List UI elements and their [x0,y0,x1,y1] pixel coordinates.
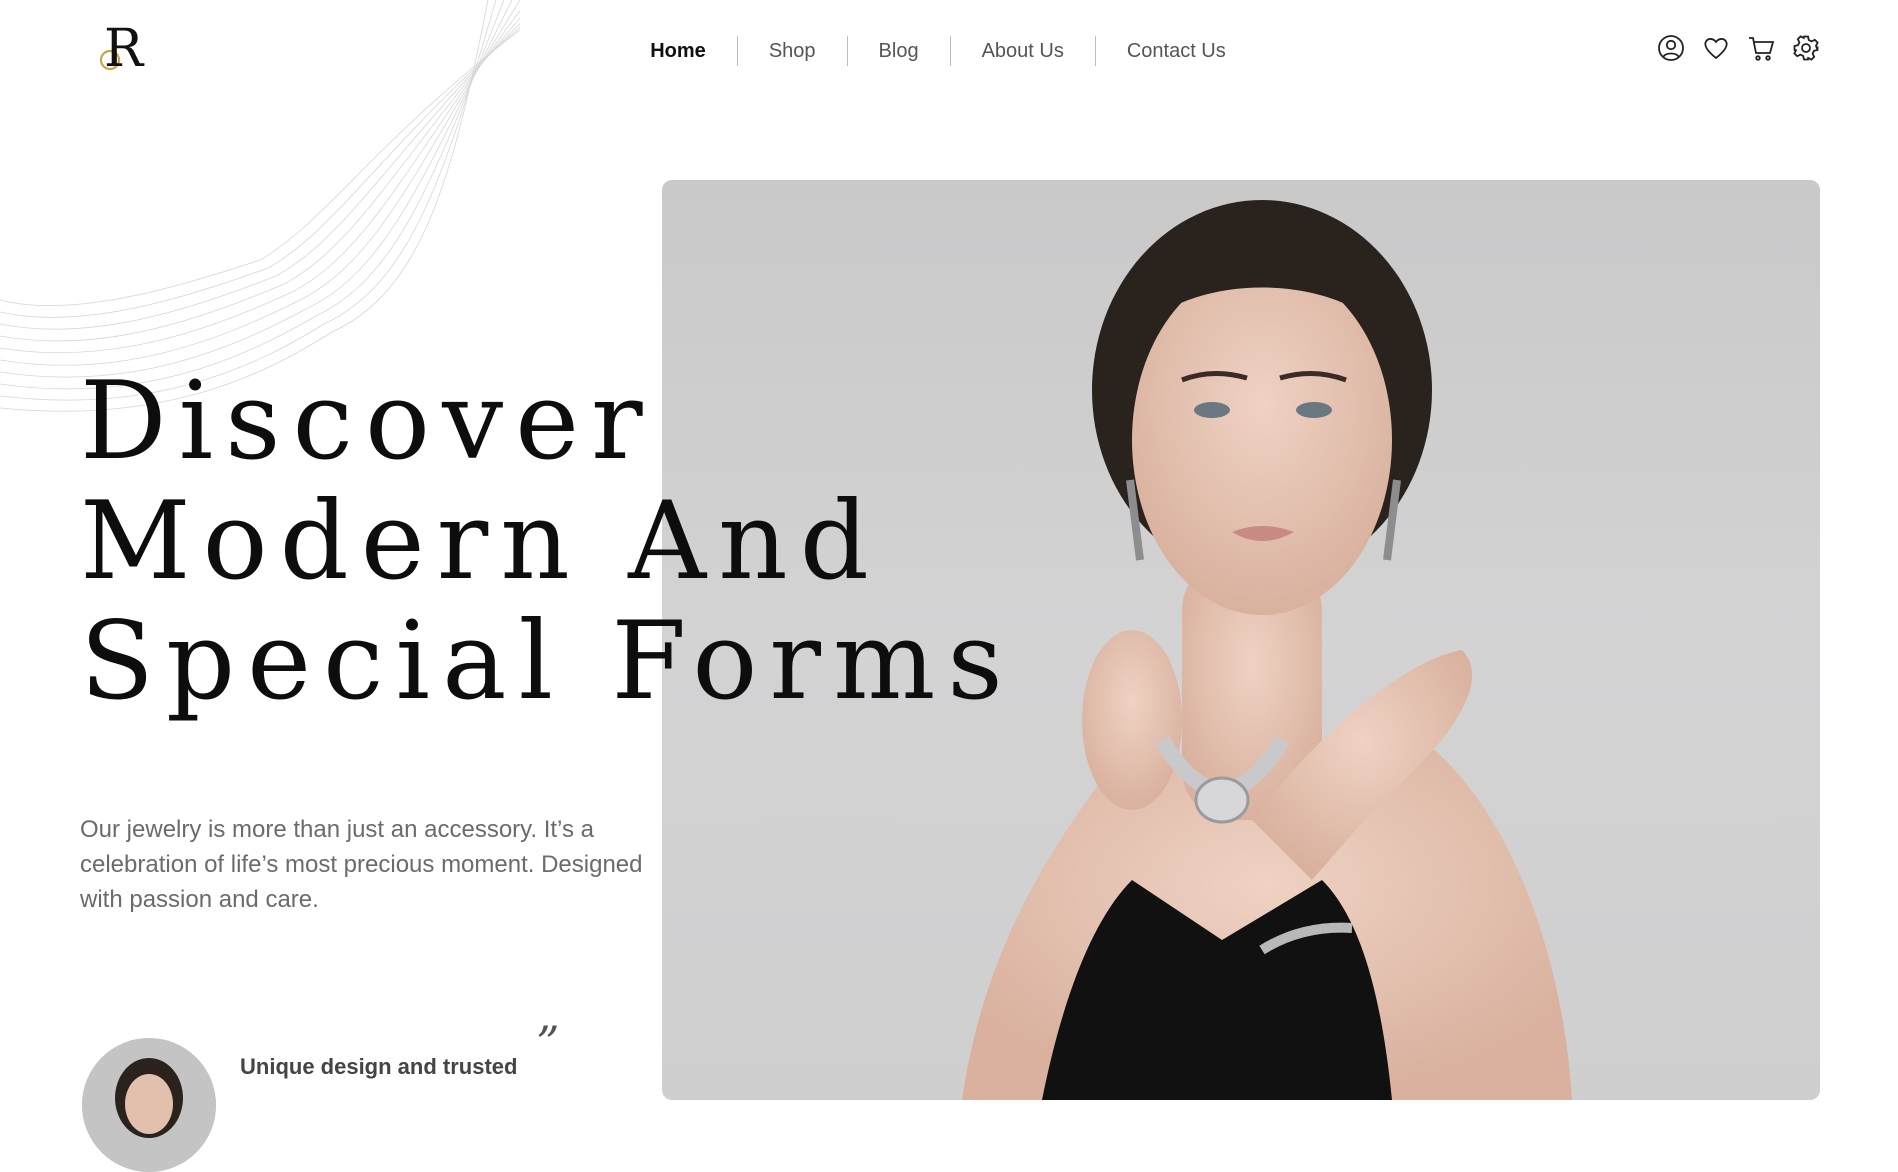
testimonial-title: Unique design and trusted [240,1054,518,1079]
nav-about-us[interactable]: About Us [951,36,1095,66]
headline-line: Modern And [80,479,881,604]
nav-contact-us[interactable]: Contact Us [1096,36,1257,66]
cart-icon[interactable] [1747,34,1775,62]
main-nav: Home Shop Blog About Us Contact Us [0,36,1898,66]
headline-line: Discover [80,359,655,484]
header-actions [1657,34,1820,62]
settings-icon[interactable] [1792,34,1820,62]
hero-description: Our jewelry is more than just an accesso… [80,816,643,913]
heart-icon[interactable] [1702,34,1730,62]
nav-home[interactable]: Home [619,36,737,66]
nav-shop[interactable]: Shop [738,36,847,66]
nav-blog[interactable]: Blog [848,36,950,66]
quote-mark-icon: ” [536,1016,560,1070]
headline-line: Special Forms [80,599,1015,724]
user-icon[interactable] [1657,34,1685,62]
hero-headline: Discover Modern And Special Forms [80,362,1015,722]
testimonial-avatar [82,1038,216,1172]
